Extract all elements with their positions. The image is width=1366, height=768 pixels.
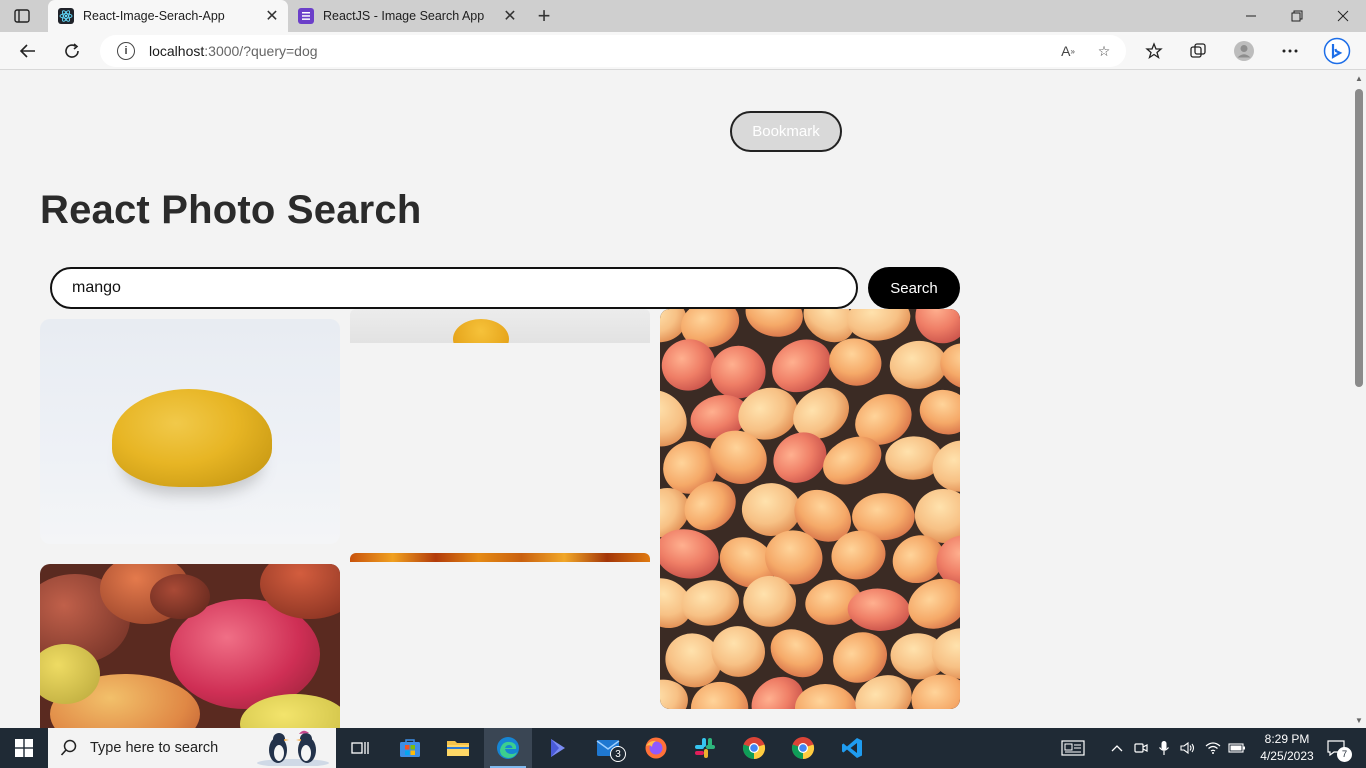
scroll-up-icon[interactable]: ▲ [1355, 74, 1363, 83]
notification-icon[interactable]: 7 [1322, 728, 1352, 768]
page-content: Bookmark React Photo Search mango Search [0, 71, 1352, 728]
tab-strip: React-Image-Serach-App ✕ ReactJS - Image… [0, 0, 1366, 32]
tab-title: React-Image-Serach-App [83, 9, 225, 23]
taskbar: Type here to search 3 8:29 PM 4/25/2023 … [0, 728, 1366, 768]
more-icon[interactable] [1275, 36, 1305, 66]
edge-icon[interactable] [484, 728, 532, 768]
search-button[interactable]: Search [868, 267, 960, 309]
tab-actions-icon[interactable] [12, 7, 32, 25]
page-scrollbar[interactable]: ▲ ▼ [1352, 71, 1366, 728]
restore-icon[interactable] [1274, 0, 1320, 32]
tab-title: ReactJS - Image Search App [323, 9, 485, 23]
mango-shape [150, 574, 210, 619]
clock-time: 8:29 PM [1264, 732, 1310, 746]
photo-result[interactable] [350, 553, 650, 562]
photo-result[interactable] [350, 309, 650, 343]
battery-icon[interactable] [1226, 728, 1248, 768]
bing-icon[interactable] [1322, 36, 1352, 66]
wifi-icon[interactable] [1203, 728, 1223, 768]
tab-react-image-search[interactable]: React-Image-Serach-App ✕ [48, 0, 288, 32]
store-icon[interactable] [386, 728, 434, 768]
scroll-down-icon[interactable]: ▼ [1355, 716, 1363, 725]
taskbar-search-box[interactable]: Type here to search [48, 728, 336, 768]
chrome-icon[interactable] [779, 728, 827, 768]
refresh-icon[interactable] [57, 36, 87, 66]
clock[interactable]: 8:29 PM 4/25/2023 [1252, 731, 1322, 765]
file-explorer-icon[interactable] [434, 728, 482, 768]
news-icon[interactable] [1058, 728, 1088, 768]
clock-date: 4/25/2023 [1260, 749, 1314, 763]
taskbar-search-placeholder: Type here to search [90, 740, 219, 756]
read-aloud-icon[interactable]: A» [1058, 41, 1078, 61]
photo-result[interactable] [660, 309, 960, 709]
close-window-icon[interactable] [1320, 0, 1366, 32]
notification-badge: 7 [1337, 747, 1352, 762]
favorites-icon[interactable] [1139, 36, 1169, 66]
microphone-icon[interactable] [1155, 728, 1173, 768]
add-favorite-icon[interactable]: ☆ [1094, 41, 1114, 61]
address-bar-row: i localhost:3000/?query=dog A» ☆ [0, 32, 1366, 70]
photo-result[interactable] [40, 319, 340, 544]
mango-image [112, 389, 272, 487]
search-icon [60, 739, 78, 757]
bookmark-button[interactable]: Bookmark [730, 111, 842, 152]
search-input[interactable]: mango [50, 267, 858, 309]
slack-icon[interactable] [681, 728, 729, 768]
task-view-icon[interactable] [336, 728, 384, 768]
profile-icon[interactable] [1229, 36, 1259, 66]
mail-badge: 3 [610, 746, 626, 762]
windows-start-icon[interactable] [0, 728, 48, 768]
plus-icon[interactable]: + [532, 3, 556, 28]
minimize-icon[interactable] [1228, 0, 1274, 32]
volume-icon[interactable] [1178, 728, 1198, 768]
vscode-icon[interactable] [828, 728, 876, 768]
scrollbar-thumb[interactable] [1355, 89, 1363, 387]
close-icon[interactable]: ✕ [260, 4, 284, 28]
firefox-icon[interactable] [632, 728, 680, 768]
penguins-illustration-icon [253, 730, 333, 768]
info-icon[interactable]: i [117, 42, 135, 60]
react-favicon-icon [58, 8, 74, 24]
apricots-image [660, 309, 960, 709]
back-icon[interactable] [13, 36, 43, 66]
meet-now-icon[interactable] [1132, 728, 1150, 768]
photo-result[interactable] [40, 564, 340, 728]
close-icon[interactable]: ✕ [498, 4, 522, 28]
url-text: localhost:3000/?query=dog [149, 43, 318, 59]
address-input[interactable]: i localhost:3000/?query=dog A» ☆ [100, 35, 1126, 67]
mango-image [453, 319, 509, 343]
mail-icon[interactable]: 3 [584, 728, 632, 768]
tab-reactjs-image-search[interactable]: ReactJS - Image Search App ✕ [288, 0, 526, 32]
collections-icon[interactable] [1183, 36, 1213, 66]
page-title: React Photo Search [40, 188, 422, 232]
list-favicon-icon [298, 8, 314, 24]
chrome-icon[interactable] [730, 728, 778, 768]
power-automate-icon[interactable] [534, 728, 582, 768]
chevron-up-icon[interactable] [1108, 728, 1126, 768]
